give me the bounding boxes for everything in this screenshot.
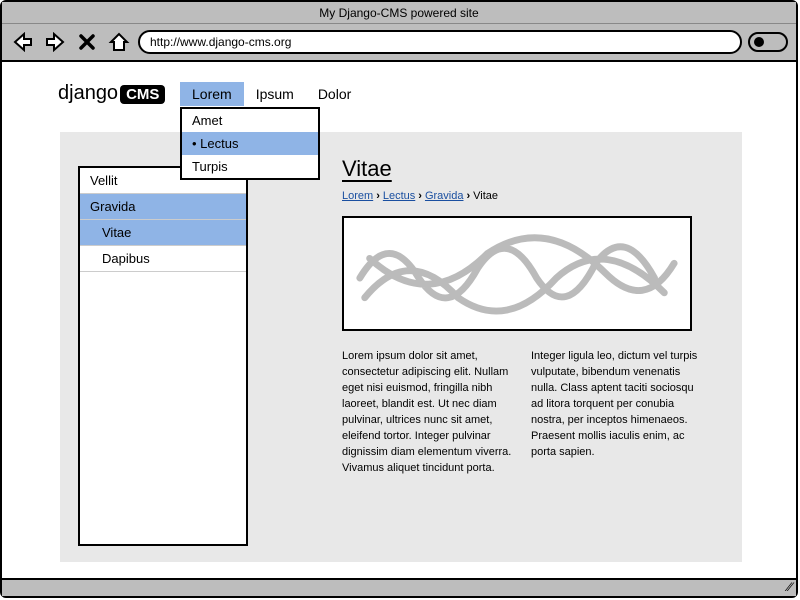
- main-panel: Vitae Lorem›Lectus›Gravida›Vitae Lorem i…: [302, 142, 742, 554]
- logo-text: django: [58, 82, 118, 104]
- body-text: Lorem ipsum dolor sit amet, consectetur …: [342, 349, 702, 477]
- dropdown-item-lectus[interactable]: Lectus: [182, 132, 318, 155]
- image-placeholder: [342, 216, 692, 331]
- sidebar: Vellit Gravida Vitae Dapibus: [78, 166, 248, 546]
- forward-icon[interactable]: [42, 30, 68, 54]
- logo-badge: CMS: [120, 85, 165, 104]
- back-icon[interactable]: [10, 30, 36, 54]
- url-input[interactable]: http://www.django-cms.org: [138, 30, 742, 54]
- chevron-right-icon: ›: [418, 190, 422, 202]
- home-icon[interactable]: [106, 30, 132, 54]
- nav-item-lorem[interactable]: Lorem: [180, 82, 244, 106]
- page-content: djangoCMS Vellit Gravida Vitae Dapibus V…: [2, 62, 796, 574]
- sidebar-item-vitae[interactable]: Vitae: [80, 220, 246, 246]
- dropdown-item-amet[interactable]: Amet: [182, 109, 318, 132]
- resize-grip-icon[interactable]: ⁄⁄: [788, 580, 792, 594]
- chevron-right-icon: ›: [376, 190, 380, 202]
- nav-item-ipsum[interactable]: Ipsum: [244, 82, 306, 106]
- scribble-icon: [350, 224, 684, 327]
- breadcrumb-link[interactable]: Lorem: [342, 190, 373, 202]
- breadcrumb: Lorem›Lectus›Gravida›Vitae: [342, 190, 702, 202]
- site-logo[interactable]: djangoCMS: [58, 82, 165, 105]
- nav-item-dolor[interactable]: Dolor: [306, 82, 363, 106]
- dropdown-item-turpis[interactable]: Turpis: [182, 155, 318, 178]
- stop-icon[interactable]: [74, 30, 100, 54]
- breadcrumb-link[interactable]: Lectus: [383, 190, 415, 202]
- nav-dropdown: Amet Lectus Turpis: [180, 107, 320, 180]
- browser-window: My Django-CMS powered site http://www.dj…: [0, 0, 798, 598]
- top-nav: Lorem Ipsum Dolor: [180, 82, 363, 106]
- status-bar: ⁄⁄: [2, 578, 796, 596]
- chevron-right-icon: ›: [466, 190, 470, 202]
- browser-toolbar: http://www.django-cms.org: [2, 24, 796, 62]
- window-title: My Django-CMS powered site: [2, 2, 796, 24]
- sidebar-item-gravida[interactable]: Gravida: [80, 194, 246, 220]
- breadcrumb-link[interactable]: Gravida: [425, 190, 464, 202]
- breadcrumb-current: Vitae: [473, 190, 498, 202]
- page-title: Vitae: [342, 156, 702, 182]
- sidebar-item-dapibus[interactable]: Dapibus: [80, 246, 246, 272]
- loading-indicator-icon: [748, 32, 788, 52]
